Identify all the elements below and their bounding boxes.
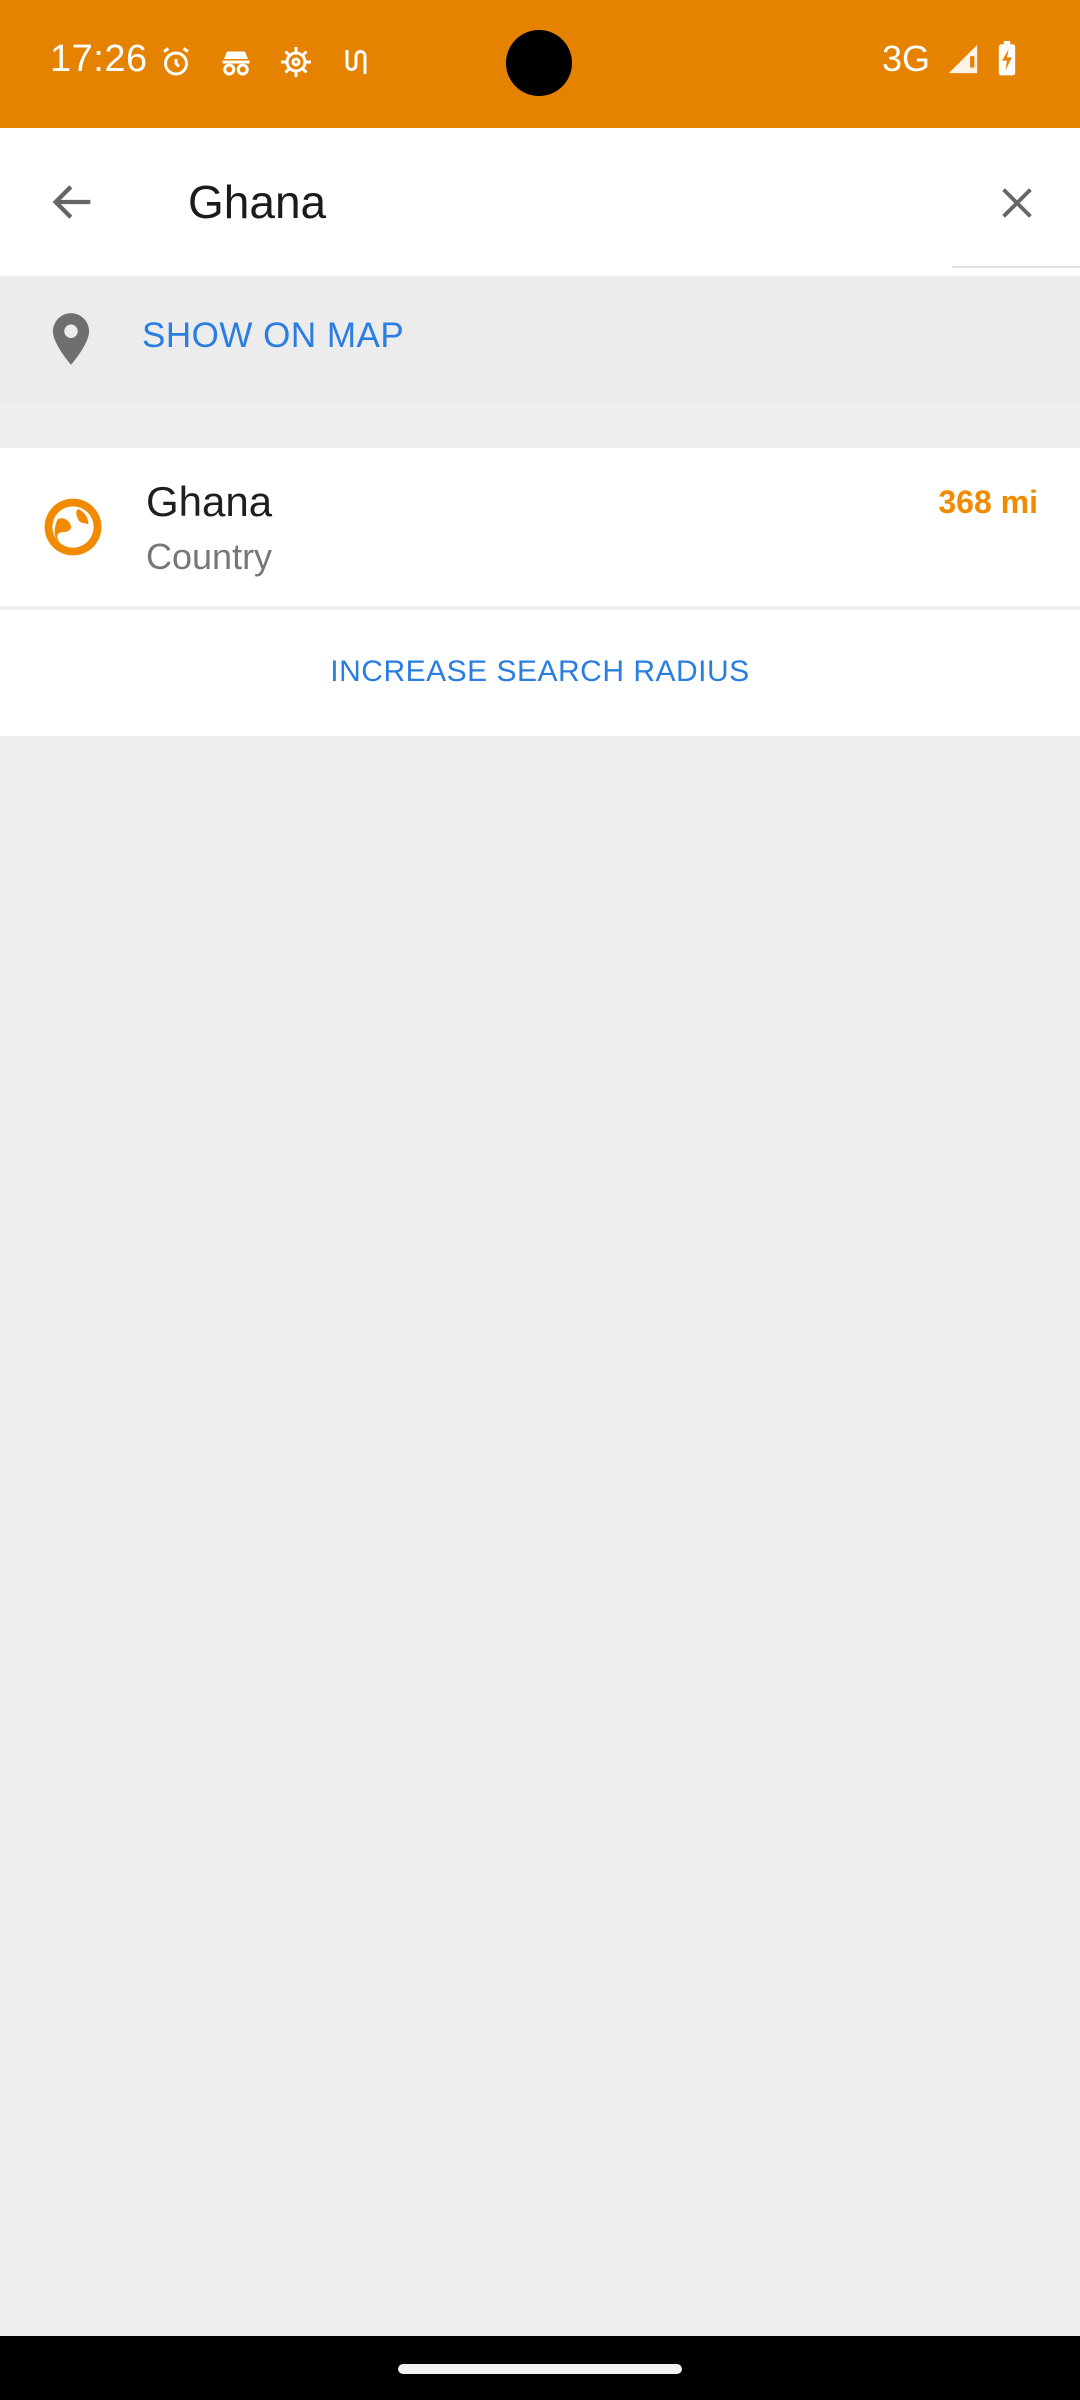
show-on-map-row[interactable]: SHOW ON MAP [0, 278, 1080, 404]
battery-charging-icon [998, 41, 1016, 76]
close-icon [1002, 188, 1032, 218]
arrow-left-icon [52, 185, 91, 219]
vpn-key-icon [345, 50, 367, 74]
camera-cutout [506, 30, 572, 96]
result-distance: 368 mi [938, 484, 1038, 520]
incognito-icon [222, 51, 250, 76]
search-bar [0, 128, 1080, 276]
show-on-map-label[interactable]: SHOW ON MAP [142, 316, 404, 356]
globe-icon [44, 498, 102, 556]
clear-search-button[interactable] [954, 136, 1080, 270]
result-row[interactable]: Ghana Country 368 mi [0, 448, 1080, 606]
settings-gear-icon [281, 47, 311, 77]
navigation-bar [0, 2336, 1080, 2400]
increase-radius-card: INCREASE SEARCH RADIUS [0, 610, 1080, 736]
result-name: Ghana [146, 478, 273, 525]
network-type: 3G [881, 38, 930, 79]
search-input[interactable] [188, 128, 952, 276]
alarm-icon [163, 47, 189, 76]
result-type: Country [146, 536, 273, 577]
signal-icon [948, 44, 978, 74]
search-underline [952, 266, 1080, 268]
back-button[interactable] [0, 128, 146, 276]
home-gesture-handle[interactable] [398, 2364, 682, 2374]
section-divider [0, 404, 1080, 444]
status-bar: 17:26 3G [0, 0, 1080, 128]
map-pin-icon [52, 313, 90, 365]
increase-search-radius-button[interactable]: INCREASE SEARCH RADIUS [42, 630, 1038, 714]
status-icons-right: 3G [882, 38, 1018, 80]
status-icons-left [158, 44, 374, 80]
status-time: 17:26 [50, 38, 148, 80]
